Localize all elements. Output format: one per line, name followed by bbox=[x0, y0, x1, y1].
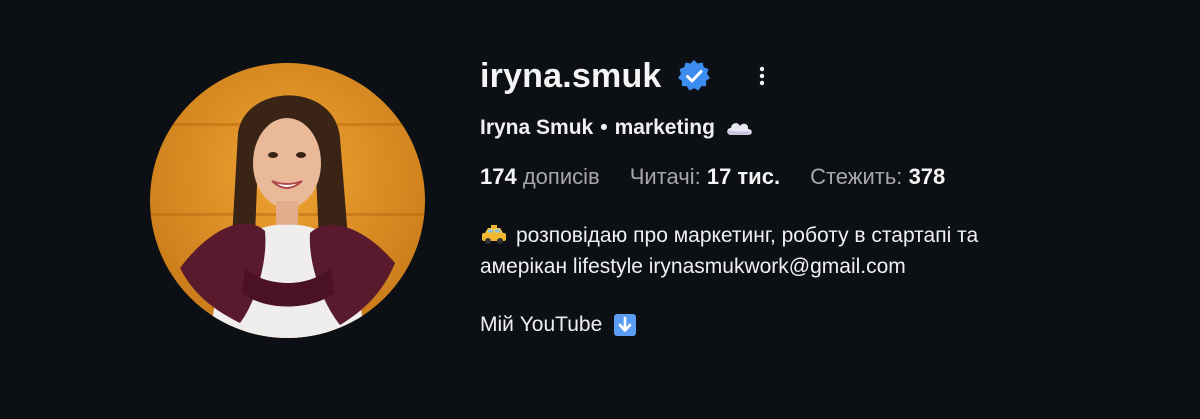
followers-count: 17 тис. bbox=[706, 164, 781, 189]
username-row: iryna.smuk bbox=[480, 52, 1170, 100]
followers-stat[interactable]: Читачі: 17 тис. bbox=[630, 164, 780, 190]
fullname-row: Iryna Smuk • marketing bbox=[480, 116, 1170, 140]
avatar-photo bbox=[150, 63, 425, 338]
bio-line-2: амерікан lifestyle irynasmukwork@gmail.c… bbox=[480, 255, 906, 278]
full-name: Iryna Smuk bbox=[480, 116, 594, 139]
bio: розповідаю про маркетинг, роботу в старт… bbox=[480, 220, 1130, 282]
bio-line-1: розповідаю про маркетинг, роботу в старт… bbox=[480, 220, 1130, 251]
username[interactable]: iryna.smuk bbox=[480, 57, 662, 96]
profile-info: iryna.smuk Iryna Smuk • marketing 174 до… bbox=[480, 52, 1170, 337]
posts-label: дописів bbox=[522, 164, 600, 189]
category: marketing bbox=[614, 116, 715, 139]
followers-label: Читачі: bbox=[629, 164, 701, 189]
stats-row: 174 дописів Читачі: 17 тис. Стежить: 378 bbox=[480, 164, 1170, 190]
more-options-icon[interactable] bbox=[750, 60, 774, 92]
posts-count: 174 bbox=[480, 164, 517, 189]
posts-stat: 174 дописів bbox=[480, 164, 600, 190]
cloud-icon bbox=[725, 119, 753, 137]
down-arrow-icon bbox=[614, 314, 637, 336]
profile-header: iryna.smuk Iryna Smuk • marketing 174 до… bbox=[0, 0, 1200, 419]
youtube-text: Мій YouTube bbox=[480, 313, 603, 336]
following-stat[interactable]: Стежить: 378 bbox=[810, 164, 945, 190]
avatar[interactable] bbox=[150, 63, 425, 338]
bio-text-1: розповідаю про маркетинг, роботу в старт… bbox=[516, 224, 979, 247]
following-count: 378 bbox=[908, 164, 946, 189]
following-label: Стежить: bbox=[810, 164, 903, 189]
verified-badge-icon bbox=[676, 58, 712, 94]
name-separator: • bbox=[600, 116, 608, 139]
youtube-row: Мій YouTube bbox=[480, 313, 1170, 337]
taxi-icon bbox=[480, 223, 508, 244]
